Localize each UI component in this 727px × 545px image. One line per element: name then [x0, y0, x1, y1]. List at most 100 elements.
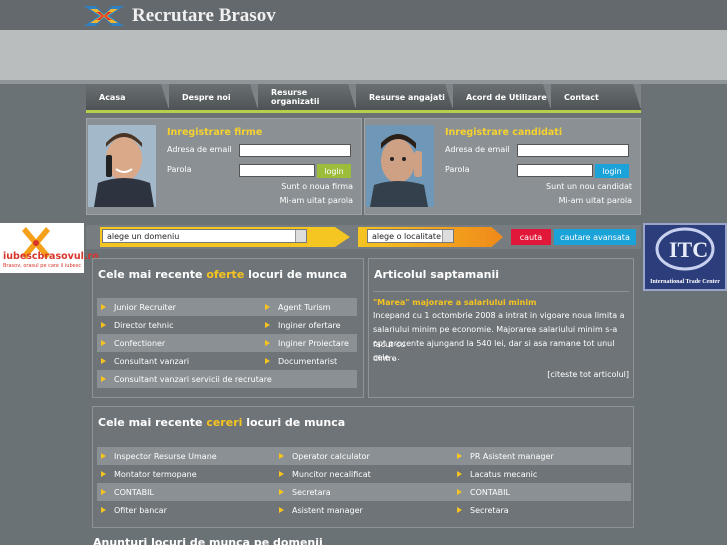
- main-nav: Acasa Despre noi Resurse organizatii Res…: [86, 84, 641, 110]
- candidati-login-panel: Inregistrare candidati Adresa de email P…: [364, 118, 641, 215]
- firme-email-label: Adresa de email: [167, 145, 232, 154]
- nav-acasa[interactable]: Acasa: [86, 84, 169, 110]
- article-read-more-link[interactable]: [citeste tot articolul]: [547, 368, 629, 383]
- firme-register-link[interactable]: Sunt o noua firma: [281, 182, 353, 191]
- chevron-down-icon: [442, 230, 453, 242]
- offer-item[interactable]: Agent Turism: [261, 298, 357, 316]
- advanced-search-button[interactable]: cautare avansata: [554, 229, 636, 245]
- logo-x-icon: [84, 6, 124, 26]
- article-divider: [373, 291, 629, 292]
- domain-select[interactable]: alege un domeniu: [102, 229, 307, 243]
- firme-password-input[interactable]: [239, 164, 315, 177]
- offers-box: Cele mai recente oferte locuri de munca …: [92, 258, 364, 398]
- candidati-password-label: Parola: [445, 165, 470, 174]
- bullet-arrow-icon: [265, 304, 270, 310]
- candidati-email-label: Adresa de email: [445, 145, 510, 154]
- itc-logo-text: ITC: [669, 237, 708, 262]
- bullet-arrow-icon: [279, 471, 284, 477]
- offer-item[interactable]: Confectioner: [97, 334, 261, 352]
- request-item[interactable]: Montator termopane: [97, 465, 275, 483]
- request-item[interactable]: Asistent manager: [275, 501, 453, 519]
- bullet-arrow-icon: [101, 322, 106, 328]
- article-line: cele ...: [373, 353, 400, 362]
- header-band: [0, 30, 727, 80]
- firme-title: Inregistrare firme: [167, 127, 263, 138]
- site-logo[interactable]: Recrutare Brasov: [84, 4, 276, 28]
- bullet-arrow-icon: [101, 340, 106, 346]
- article-line: opt procente ajungand la 540 lei, dar si…: [373, 339, 615, 363]
- iubescbrasovul-subtitle: Brasov, orasul pe care il iubesc: [3, 263, 82, 269]
- bullet-arrow-icon: [101, 376, 106, 382]
- candidati-forgot-link[interactable]: Mi-am uitat parola: [559, 196, 632, 205]
- offer-item[interactable]: Consultant vanzari servicii de recrutare: [97, 370, 357, 388]
- article-line: Incepand cu 1 octombrie 2008 a intrat in…: [373, 311, 625, 320]
- bullet-arrow-icon: [101, 471, 106, 477]
- firme-email-input[interactable]: [239, 144, 351, 157]
- request-item[interactable]: Muncitor necalificat: [275, 465, 453, 483]
- candidati-register-link[interactable]: Sunt un nou candidat: [546, 182, 632, 191]
- iubescbrasovul-title: iubescbrasovul.ro: [3, 251, 99, 262]
- offer-item[interactable]: Inginer ofertare: [261, 316, 357, 334]
- search-button[interactable]: cauta: [511, 229, 551, 245]
- candidati-title: Inregistrare candidati: [445, 127, 563, 138]
- requests-title: Cele mai recente cereri locuri de munca: [98, 416, 346, 429]
- bullet-arrow-icon: [265, 322, 270, 328]
- candidati-photo: [366, 125, 434, 207]
- request-item[interactable]: Ofiter bancar: [97, 501, 275, 519]
- offer-item[interactable]: Junior Recruiter: [97, 298, 261, 316]
- offer-item[interactable]: Inginer Proiectare: [261, 334, 357, 352]
- itc-banner[interactable]: ITC International Trade Center: [643, 223, 727, 291]
- firme-password-label: Parola: [167, 165, 192, 174]
- nav-contact[interactable]: Contact: [551, 84, 641, 110]
- bullet-arrow-icon: [265, 340, 270, 346]
- itc-name: International Trade Center: [650, 279, 720, 285]
- request-item[interactable]: CONTABIL: [97, 483, 275, 501]
- bullet-arrow-icon: [279, 453, 284, 459]
- nav-despre-noi[interactable]: Despre noi: [169, 84, 258, 110]
- iubescbrasovul-banner[interactable]: iubescbrasovul.ro Brasov, orasul pe care…: [0, 223, 99, 273]
- request-item[interactable]: Inspector Resurse Umane: [97, 447, 275, 465]
- nav-resurse-organizatii[interactable]: Resurse organizatii: [258, 84, 356, 110]
- request-item[interactable]: PR Asistent manager: [453, 447, 631, 465]
- firme-login-panel: Inregistrare firme Adresa de email Parol…: [86, 118, 362, 215]
- nav-underline: [86, 110, 641, 113]
- bullet-arrow-icon: [457, 453, 462, 459]
- request-item[interactable]: Lacatus mecanic: [453, 465, 631, 483]
- request-item[interactable]: CONTABIL: [453, 483, 631, 501]
- nav-acord-utilizare[interactable]: Acord de Utilizare: [453, 84, 551, 110]
- candidati-password-input[interactable]: [517, 164, 593, 177]
- nav-resurse-angajati[interactable]: Resurse angajati: [356, 84, 453, 110]
- request-item[interactable]: Operator calculator: [275, 447, 453, 465]
- offer-item[interactable]: Consultant vanzari: [97, 352, 261, 370]
- bullet-arrow-icon: [101, 358, 106, 364]
- requests-box: Cele mai recente cereri locuri de munca …: [92, 406, 634, 528]
- bullet-arrow-icon: [101, 507, 106, 513]
- bullet-arrow-icon: [457, 507, 462, 513]
- man-thinking-image: [366, 125, 434, 207]
- itc-logo-icon: ITC: [655, 227, 715, 271]
- article-title: Articolul saptamanii: [374, 268, 500, 281]
- bullet-arrow-icon: [279, 507, 284, 513]
- bullet-arrow-icon: [101, 453, 106, 459]
- offer-item[interactable]: Documentarist: [261, 352, 357, 370]
- offers-title: Cele mai recente oferte locuri de munca: [98, 268, 348, 281]
- chevron-down-icon: [295, 230, 306, 242]
- firme-forgot-link[interactable]: Mi-am uitat parola: [280, 196, 353, 205]
- bullet-arrow-icon: [265, 358, 270, 364]
- offer-item[interactable]: Director tehnic: [97, 316, 261, 334]
- bullet-arrow-icon: [101, 304, 106, 310]
- candidati-login-button[interactable]: login: [595, 164, 629, 178]
- domains-section-title: Anunturi locuri de munca pe domenii: [93, 536, 323, 545]
- firme-photo: [88, 125, 156, 207]
- article-box: Articolul saptamanii "Marea" majorare a …: [368, 258, 634, 398]
- request-item[interactable]: Secretara: [453, 501, 631, 519]
- man-phone-image: [88, 125, 156, 207]
- request-item[interactable]: Secretara: [275, 483, 453, 501]
- locality-select[interactable]: alege o localitate: [367, 229, 454, 243]
- candidati-email-input[interactable]: [517, 144, 629, 157]
- firme-login-button[interactable]: login: [317, 164, 351, 178]
- bullet-arrow-icon: [457, 471, 462, 477]
- locality-select-value: alege o localitate: [372, 231, 441, 241]
- bullet-arrow-icon: [279, 489, 284, 495]
- site-title: Recrutare Brasov: [132, 5, 276, 26]
